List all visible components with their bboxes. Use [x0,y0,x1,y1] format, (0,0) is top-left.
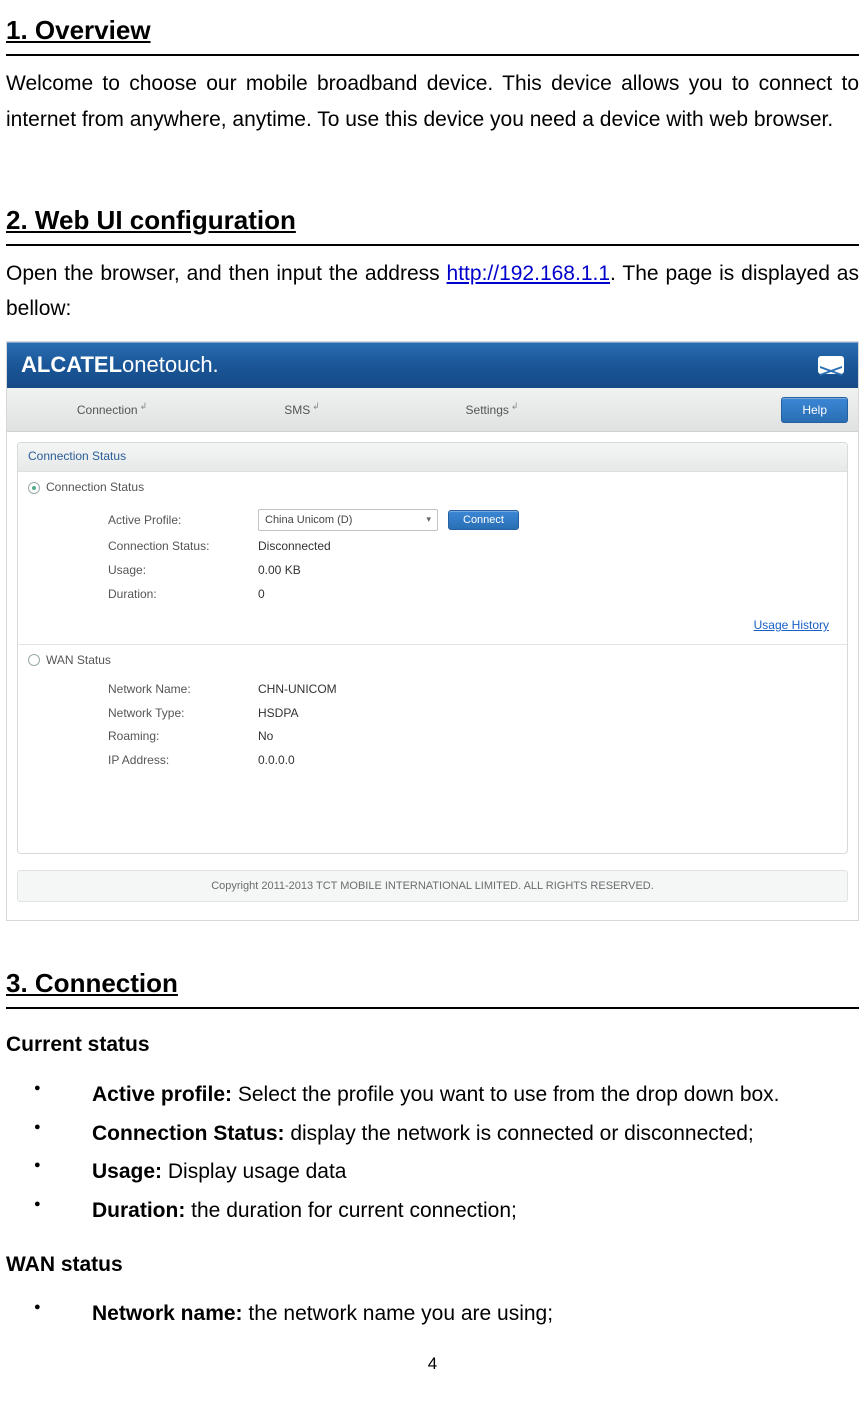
tab-settings-label: Settings [466,403,509,417]
tab-sms-label: SMS [284,403,310,417]
connection-status-subsection: Connection Status [18,472,847,502]
duration-value: 0 [258,587,265,603]
brand-part2: onetouch. [122,352,219,377]
tab-settings[interactable]: Settings↲ [397,391,587,429]
bullet-text: Select the profile you want to use from … [232,1083,779,1106]
radio-icon [28,654,40,666]
router-admin-screenshot: ALCATELonetouch. Connection↲ SMS↲ Settin… [6,341,859,921]
tab-bar: Connection↲ SMS↲ Settings↲ Help [7,388,858,432]
bullet-label: Usage: [92,1160,162,1183]
app-header: ALCATELonetouch. [7,342,858,388]
heading-overview: 1. Overview [6,8,859,56]
router-url-link[interactable]: http://192.168.1.1 [447,262,610,285]
bullet-label: Connection Status: [92,1122,285,1145]
wan-status-subsection: WAN Status [18,644,847,675]
roaming-label: Roaming: [108,729,258,745]
connection-status-field-label: Connection Status: [108,539,258,555]
webui-text: Open the browser, and then input the add… [6,256,859,327]
list-item: Usage: Display usage data [62,1154,859,1190]
wan-status-label: WAN Status [46,653,111,669]
wan-status-list: Network name: the network name you are u… [6,1296,859,1332]
connect-button[interactable]: Connect [448,510,519,530]
overview-text: Welcome to choose our mobile broadband d… [6,66,859,137]
list-item: Duration: the duration for current conne… [62,1193,859,1229]
help-button[interactable]: Help [781,397,848,423]
tab-mark-icon: ↲ [312,401,320,411]
network-name-label: Network Name: [108,682,258,698]
brand-logo: ALCATELonetouch. [21,351,219,380]
webui-text-before: Open the browser, and then input the add… [6,262,447,285]
bullet-text: the duration for current connection; [185,1199,517,1222]
panel-title: Connection Status [18,443,847,472]
wan-fields: Network Name: CHN-UNICOM Network Type: H… [18,674,847,852]
mail-icon[interactable] [818,356,844,374]
usage-label: Usage: [108,563,258,579]
ip-address-value: 0.0.0.0 [258,753,295,769]
connection-status-label: Connection Status [46,480,144,496]
copyright-footer: Copyright 2011-2013 TCT MOBILE INTERNATI… [17,870,848,902]
tab-sms[interactable]: SMS↲ [207,391,397,429]
brand-part1: ALCATEL [21,352,122,377]
wan-status-subhead: WAN status [6,1247,859,1283]
usage-value: 0.00 KB [258,563,301,579]
list-item: Network name: the network name you are u… [62,1296,859,1332]
radio-icon [28,482,40,494]
active-profile-value: China Unicom (D) [265,513,352,527]
bullet-label: Duration: [92,1199,185,1222]
active-profile-label: Active Profile: [108,513,258,529]
connection-fields: Active Profile: China Unicom (D) ▾ Conne… [18,501,847,616]
list-item: Connection Status: display the network i… [62,1116,859,1152]
heading-connection: 3. Connection [6,961,859,1009]
tab-mark-icon: ↲ [511,401,519,411]
current-status-list: Active profile: Select the profile you w… [6,1077,859,1229]
ip-address-label: IP Address: [108,753,258,769]
bullet-text: Display usage data [162,1160,346,1183]
tab-connection-label: Connection [77,403,138,417]
current-status-subhead: Current status [6,1027,859,1063]
page-number: 4 [6,1350,859,1379]
bullet-label: Network name: [92,1302,243,1325]
duration-label: Duration: [108,587,258,603]
connection-status-value: Disconnected [258,539,331,555]
active-profile-select[interactable]: China Unicom (D) ▾ [258,509,438,531]
list-item: Active profile: Select the profile you w… [62,1077,859,1113]
bullet-text: display the network is connected or disc… [285,1122,754,1145]
bullet-text: the network name you are using; [243,1302,554,1325]
network-type-label: Network Type: [108,706,258,722]
chevron-down-icon: ▾ [426,514,431,526]
tab-connection[interactable]: Connection↲ [17,391,207,429]
network-type-value: HSDPA [258,706,298,722]
bullet-label: Active profile: [92,1083,232,1106]
heading-webui: 2. Web UI configuration [6,198,859,246]
tab-mark-icon: ↲ [140,401,148,411]
usage-history-link[interactable]: Usage History [754,618,829,632]
roaming-value: No [258,729,273,745]
connection-status-panel: Connection Status Connection Status Acti… [17,442,848,854]
network-name-value: CHN-UNICOM [258,682,337,698]
